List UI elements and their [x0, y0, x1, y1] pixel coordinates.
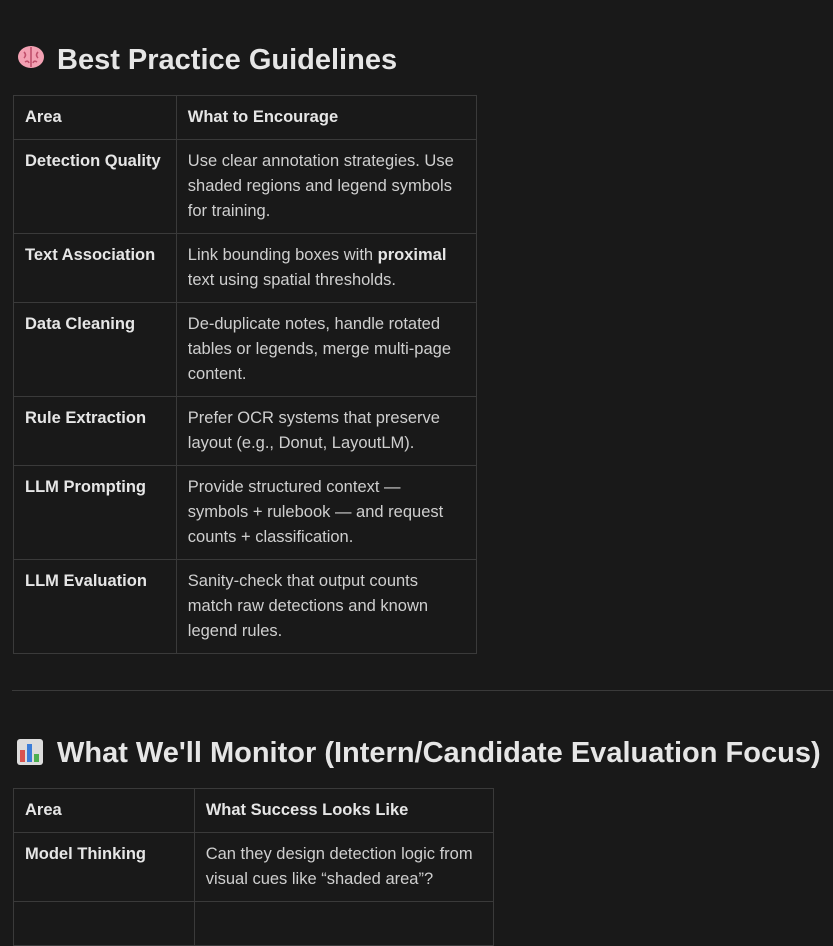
row-text-bold: proximal [377, 246, 447, 264]
bar-chart-icon [17, 738, 47, 769]
row-area: Rule Extraction [13, 396, 177, 466]
row-text: De-duplicate notes, handle rotated table… [175, 302, 478, 397]
table-row: Rule Extraction Prefer OCR systems that … [13, 396, 478, 466]
section-title: Best Practice Guidelines [57, 44, 398, 76]
column-header-encourage: What to Encourage [175, 95, 478, 140]
row-text-empty [193, 901, 495, 946]
best-practice-table: Area What to Encourage Detection Quality… [13, 95, 478, 654]
row-area: Text Association [13, 233, 177, 303]
row-text-post: text using spatial thresholds. [187, 271, 396, 289]
row-text: Provide structured context — symbols + r… [175, 465, 478, 560]
section-heading-monitor: What We'll Monitor (Intern/Candidate Eva… [17, 737, 821, 770]
row-text: Link bounding boxes with proximal text u… [175, 233, 478, 303]
row-text: Sanity-check that output counts match ra… [175, 559, 478, 654]
table-row: Text Association Link bounding boxes wit… [13, 233, 478, 303]
column-header-success: What Success Looks Like [193, 788, 495, 833]
section-title: What We'll Monitor (Intern/Candidate Eva… [57, 737, 821, 769]
row-text: Prefer OCR systems that preserve layout … [175, 396, 478, 466]
table-row: Detection Quality Use clear annotation s… [13, 139, 478, 234]
table-row: Data Cleaning De-duplicate notes, handle… [13, 302, 478, 397]
row-area: Model Thinking [13, 832, 195, 902]
table-header-row: Area What Success Looks Like [13, 788, 495, 833]
table-row: LLM Prompting Provide structured context… [13, 465, 478, 560]
row-text: Can they design detection logic from vis… [193, 832, 495, 902]
section-heading-best-practice: Best Practice Guidelines [17, 44, 397, 77]
row-area: Detection Quality [13, 139, 177, 234]
row-text-pre: Link bounding boxes with [187, 246, 378, 264]
table-header-row: Area What to Encourage [13, 95, 478, 140]
monitor-table: Area What Success Looks Like Model Think… [13, 788, 495, 946]
section-divider [12, 690, 833, 691]
row-area: LLM Evaluation [13, 559, 177, 654]
row-text: Use clear annotation strategies. Use sha… [175, 139, 478, 234]
row-area: LLM Prompting [13, 465, 177, 560]
table-row: LLM Evaluation Sanity-check that output … [13, 559, 478, 654]
table-row [13, 901, 495, 946]
table-row: Model Thinking Can they design detection… [13, 832, 495, 902]
column-header-area: Area [13, 788, 195, 833]
row-area-empty [13, 901, 195, 946]
column-header-area: Area [13, 95, 177, 140]
row-area: Data Cleaning [13, 302, 177, 397]
brain-icon [17, 44, 47, 77]
